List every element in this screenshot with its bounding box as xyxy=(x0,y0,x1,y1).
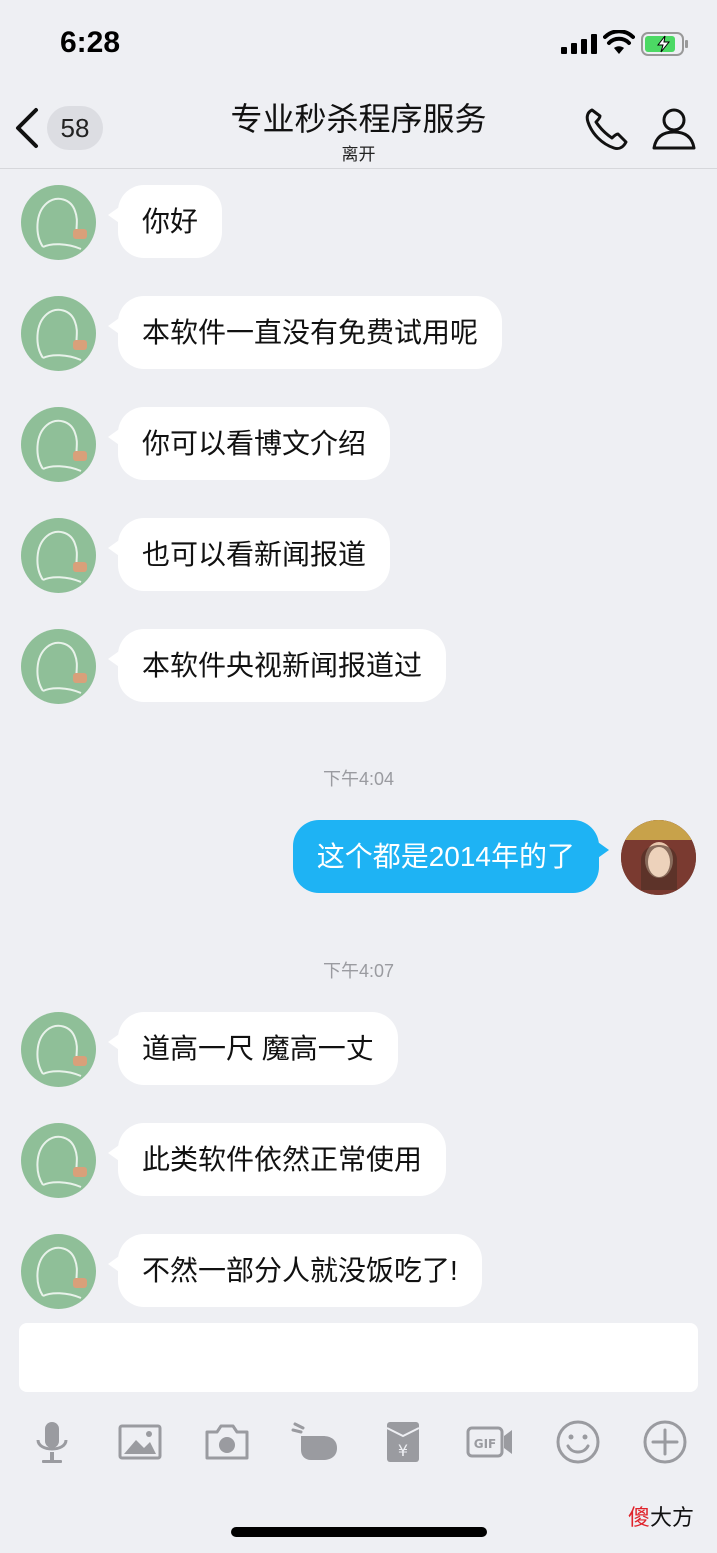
message-timestamp: 下午4:04 xyxy=(322,769,395,789)
message-bubble[interactable]: 你好 xyxy=(107,185,223,258)
watermark-part2: 大方 xyxy=(650,1505,695,1530)
my-avatar[interactable] xyxy=(621,820,696,895)
message-bubble[interactable]: 也可以看新闻报道 xyxy=(107,518,391,591)
image-icon[interactable] xyxy=(116,1418,164,1466)
sent-message-bubble[interactable]: 这个都是2014年的了 xyxy=(292,820,610,893)
contact-avatar[interactable] xyxy=(21,1234,96,1309)
message-input[interactable] xyxy=(19,1323,698,1392)
contact-avatar[interactable] xyxy=(21,185,96,260)
emoji-icon[interactable] xyxy=(554,1418,602,1466)
contact-avatar[interactable] xyxy=(21,1123,96,1198)
nav-bar: 58 专业秒杀程序服务 离开 xyxy=(0,88,717,169)
profile-icon[interactable] xyxy=(650,104,698,152)
svg-text:¥: ¥ xyxy=(398,1441,408,1460)
battery-icon xyxy=(641,32,688,56)
camera-icon[interactable] xyxy=(203,1418,251,1466)
poke-icon[interactable] xyxy=(291,1418,339,1466)
input-toolbar: ¥ GIF xyxy=(0,1410,717,1474)
gif-icon[interactable]: GIF xyxy=(466,1418,514,1466)
status-bar: 6:28 xyxy=(0,0,717,88)
signal-icon xyxy=(561,34,597,54)
watermark: 傻大方 xyxy=(628,1500,694,1532)
svg-text:GIF: GIF xyxy=(474,1437,497,1451)
message-bubble[interactable]: 你可以看博文介绍 xyxy=(107,407,391,480)
message-timestamp: 下午4:07 xyxy=(322,961,395,981)
message-bubble[interactable]: 道高一尺 魔高一丈 xyxy=(108,1012,398,1085)
message-bubble[interactable]: 本软件央视新闻报道过 xyxy=(107,629,447,702)
message-bubble[interactable]: 不然一部分人就没饭吃了! xyxy=(108,1234,482,1307)
message-bubble[interactable]: 本软件一直没有免费试用呢 xyxy=(107,296,503,369)
contact-avatar[interactable] xyxy=(21,407,96,482)
contact-avatar[interactable] xyxy=(21,1012,96,1087)
contact-avatar[interactable] xyxy=(21,629,96,704)
wifi-icon xyxy=(603,30,635,54)
watermark-part1: 傻 xyxy=(628,1505,651,1530)
home-indicator[interactable] xyxy=(231,1527,487,1537)
phone-icon[interactable] xyxy=(582,104,630,152)
mic-icon[interactable] xyxy=(28,1418,76,1466)
red-packet-icon[interactable]: ¥ xyxy=(379,1418,427,1466)
plus-icon[interactable] xyxy=(641,1418,689,1466)
contact-avatar[interactable] xyxy=(21,296,96,371)
status-time: 6:28 xyxy=(60,26,121,59)
message-bubble[interactable]: 此类软件依然正常使用 xyxy=(107,1123,447,1196)
contact-avatar[interactable] xyxy=(21,518,96,593)
